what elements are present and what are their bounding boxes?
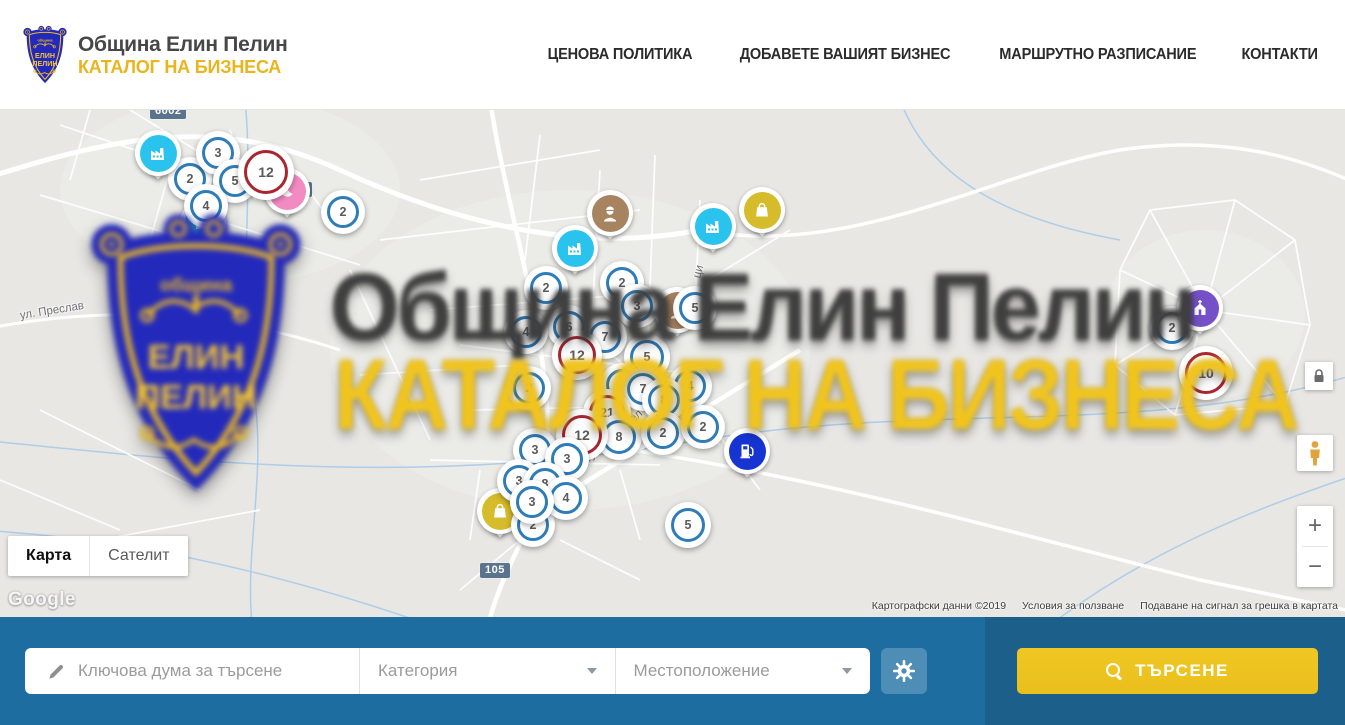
map-pin-marker[interactable] (135, 130, 181, 176)
pencil-icon (47, 662, 66, 681)
category-select-label: Категория (378, 661, 457, 681)
map-type-satellite-button[interactable]: Сателит (89, 536, 187, 576)
page: Община Елин Пелин КАТАЛОГ НА БИЗНЕСА ЦЕН… (0, 0, 1345, 725)
zoom-out-button[interactable]: − (1297, 547, 1333, 587)
report-map-error-link[interactable]: Подаване на сигнал за грешка в картата (1140, 600, 1338, 612)
map-cluster-marker[interactable]: 12 (238, 144, 294, 200)
advanced-search-button[interactable] (881, 648, 927, 694)
nav-route-schedule[interactable]: МАРШРУТНО РАЗПИСАНИЕ (999, 46, 1196, 64)
map-cluster-marker[interactable]: 2 (321, 190, 365, 234)
search-icon (1106, 663, 1123, 680)
chevron-down-icon (587, 668, 597, 674)
lock-button[interactable] (1305, 362, 1333, 390)
search-button[interactable]: ТЪРСЕНЕ (1017, 648, 1318, 694)
site-subtitle: КАТАЛОГ НА БИЗНЕСА (78, 57, 288, 78)
map-cluster-marker[interactable]: 2 (507, 366, 551, 410)
map-pin-marker[interactable] (690, 203, 736, 249)
pegman-icon (1306, 440, 1324, 467)
factory-icon (140, 135, 177, 172)
church-icon (1182, 290, 1219, 327)
location-select-label: Местоположение (634, 661, 770, 681)
map-cluster-marker[interactable]: 10 (1179, 346, 1233, 400)
keyword-input[interactable] (78, 661, 328, 681)
map-cluster-marker[interactable]: 4 (184, 184, 228, 228)
keyword-field[interactable] (25, 648, 360, 694)
map-pin-marker[interactable] (724, 428, 770, 474)
nav-add-your-business[interactable]: ДОБАВЕТЕ ВАШИЯТ БИЗНЕС (740, 46, 951, 64)
map-cluster-marker[interactable]: 5 (665, 502, 711, 548)
nav-contacts[interactable]: КОНТАКТИ (1241, 46, 1317, 64)
map-cluster-marker[interactable]: 4 (504, 310, 548, 354)
map-cluster-marker[interactable]: 3 (615, 284, 659, 328)
google-logo[interactable]: Google (8, 589, 76, 611)
pegman-button[interactable] (1297, 435, 1333, 471)
search-button-label: ТЪРСЕНЕ (1135, 661, 1229, 681)
map-cluster-marker[interactable]: 2 (641, 411, 685, 455)
location-select[interactable]: Местоположение (615, 648, 871, 694)
nav-pricing-policy[interactable]: ЦЕНОВА ПОЛИТИКА (548, 46, 693, 64)
zoom-control: + − (1297, 506, 1333, 587)
factory-icon (557, 230, 594, 267)
terms-of-use-link[interactable]: Условия за ползване (1022, 600, 1124, 612)
map-pin-marker[interactable] (1177, 285, 1223, 331)
main-nav: ЦЕНОВА ПОЛИТИКА ДОБАВЕТЕ ВАШИЯТ БИЗНЕС М… (543, 0, 1320, 110)
zoom-in-button[interactable]: + (1297, 506, 1333, 546)
gear-icon (892, 659, 916, 683)
lock-icon (1312, 368, 1326, 384)
map-cluster-marker[interactable]: 2 (524, 266, 568, 310)
municipality-crest-icon (22, 25, 68, 86)
attribution-copyright: Картографски данни ©2019 (872, 600, 1006, 612)
fuel-icon (729, 433, 766, 470)
shopping-bag-icon (744, 192, 781, 229)
map-pin-marker[interactable] (552, 225, 598, 271)
map-cluster-marker[interactable]: 12 (552, 330, 602, 380)
chevron-down-icon (842, 668, 852, 674)
map-attribution: Картографски данни ©2019 Условия за полз… (872, 600, 1338, 612)
factory-icon (695, 208, 732, 245)
map-cluster-marker[interactable]: 3 (510, 480, 554, 524)
header: Община Елин Пелин КАТАЛОГ НА БИЗНЕСА ЦЕН… (0, 0, 1345, 110)
map-canvas[interactable]: 6002105 ул. Преславбул. „Новоселци 23512… (0, 110, 1345, 617)
brand-logo[interactable]: Община Елин Пелин КАТАЛОГ НА БИЗНЕСА (22, 25, 288, 86)
map-markers-layer: 2351224223564712522748218122233382435210 (0, 110, 1345, 617)
site-title: Община Елин Пелин (78, 33, 288, 57)
map-cluster-marker[interactable]: 2 (681, 405, 725, 449)
category-select[interactable]: Категория (360, 648, 615, 694)
brand-text: Община Елин Пелин КАТАЛОГ НА БИЗНЕСА (78, 33, 288, 78)
map-cluster-marker[interactable]: 5 (673, 286, 717, 330)
map-type-control: Карта Сателит (8, 536, 188, 576)
search-bar: Категория Местоположение (0, 617, 1345, 725)
search-fields-group: Категория Местоположение (25, 648, 870, 694)
map-pin-marker[interactable] (739, 187, 785, 233)
map-type-map-button[interactable]: Карта (8, 536, 89, 576)
